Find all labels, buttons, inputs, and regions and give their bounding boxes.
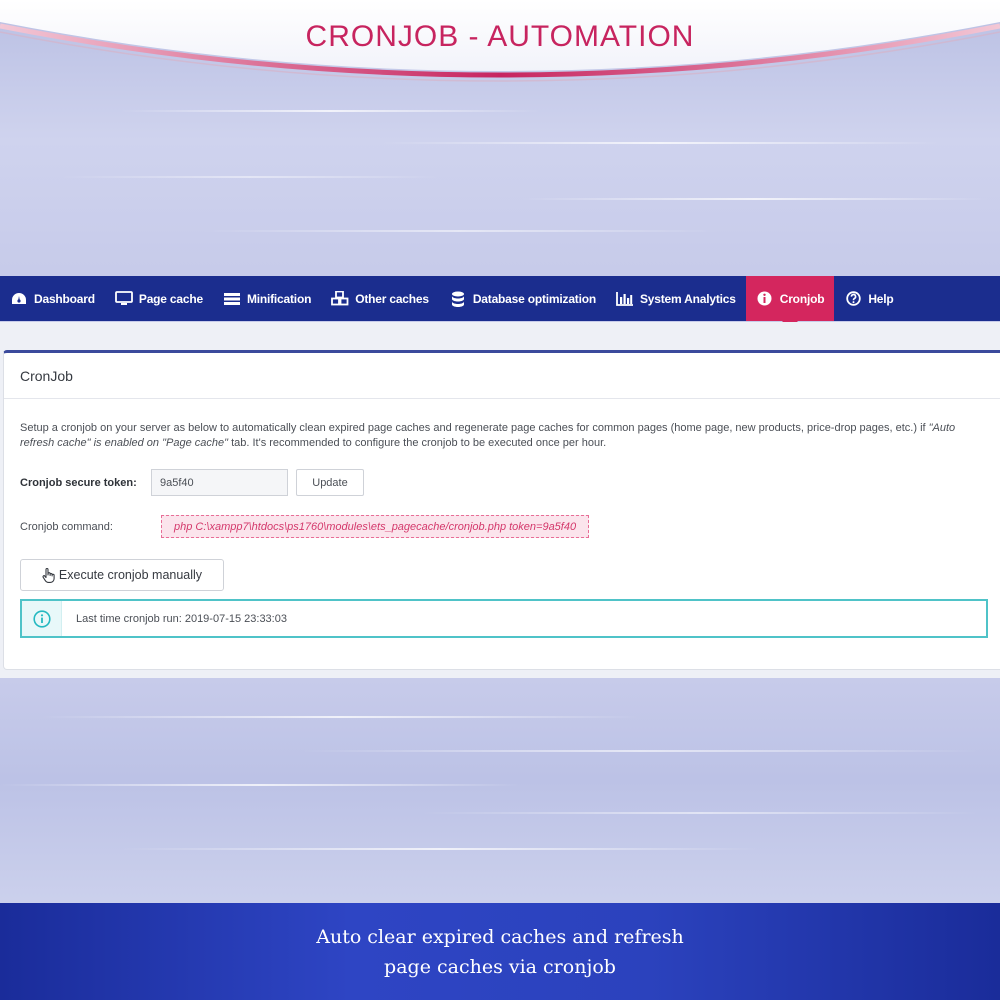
- secure-token-input[interactable]: [151, 469, 288, 496]
- cronjob-command-label: Cronjob command:: [20, 520, 113, 533]
- tab-cronjob-label: Cronjob: [779, 291, 825, 306]
- cronjob-command-row: Cronjob command: php C:\xampp7\htdocs\ps…: [20, 515, 590, 538]
- tab-cronjob[interactable]: Cronjob: [745, 276, 835, 329]
- secure-token-row: Cronjob secure token: Update: [20, 469, 364, 496]
- tab-other-caches[interactable]: Other caches: [321, 276, 439, 321]
- tab-dashboard-label: Dashboard: [34, 291, 95, 306]
- monitor-icon: [114, 291, 133, 307]
- tab-other-caches-label: Other caches: [355, 291, 429, 306]
- footer-caption: Auto clear expired caches and refresh pa…: [0, 903, 1000, 1000]
- tab-help[interactable]: Help: [834, 276, 903, 321]
- last-run-text: Last time cronjob run: 2019-07-15 23:33:…: [76, 612, 287, 625]
- description-text-1: Setup a cronjob on your server as below …: [20, 422, 929, 434]
- secure-token-label: Cronjob secure token:: [20, 476, 137, 489]
- execute-cronjob-button[interactable]: Execute cronjob manually: [20, 559, 224, 591]
- tab-database-optimization-label: Database optimization: [472, 291, 596, 306]
- question-circle-icon: [844, 291, 862, 307]
- cronjob-panel: CronJob Setup a cronjob on your server a…: [3, 350, 1000, 670]
- panel-heading: CronJob: [4, 353, 1000, 399]
- page-title: CRONJOB - AUTOMATION: [305, 20, 695, 53]
- tab-system-analytics-label: System Analytics: [640, 291, 736, 306]
- footer-line-1: Auto clear expired caches and refresh: [316, 925, 684, 948]
- content-area: CronJob Setup a cronjob on your server a…: [0, 322, 1000, 678]
- tab-database-optimization[interactable]: Database optimization: [439, 276, 606, 321]
- server-icon: [223, 291, 241, 307]
- dashboard-icon: [10, 291, 28, 307]
- update-token-button[interactable]: Update: [296, 469, 364, 496]
- tab-dashboard[interactable]: Dashboard: [0, 276, 105, 321]
- cronjob-description: Setup a cronjob on your server as below …: [20, 421, 990, 451]
- tab-minification[interactable]: Minification: [213, 276, 321, 321]
- tab-page-cache-label: Page cache: [138, 291, 203, 306]
- execute-cronjob-label: Execute cronjob manually: [58, 568, 203, 582]
- cubes-icon: [331, 291, 349, 307]
- bar-chart-icon: [616, 291, 634, 307]
- alert-icon-container: [22, 601, 62, 636]
- tab-system-analytics[interactable]: System Analytics: [606, 276, 746, 321]
- footer-line-2: page caches via cronjob: [384, 955, 616, 978]
- database-icon: [449, 291, 467, 307]
- info-circle-icon: [756, 291, 774, 307]
- tab-help-label: Help: [868, 291, 894, 306]
- tab-page-cache[interactable]: Page cache: [105, 276, 213, 321]
- tab-minification-label: Minification: [246, 291, 312, 306]
- cronjob-command-value: php C:\xampp7\htdocs\ps1760\modules\ets_…: [161, 515, 590, 538]
- module-nav-bar: Dashboard Page cache Minification Other …: [0, 276, 1000, 329]
- hand-pointer-icon: [42, 567, 55, 583]
- description-text-2: tab. It's recommended to configure the c…: [228, 437, 607, 449]
- info-circle-icon: [32, 609, 51, 628]
- last-run-alert: Last time cronjob run: 2019-07-15 23:33:…: [20, 599, 988, 638]
